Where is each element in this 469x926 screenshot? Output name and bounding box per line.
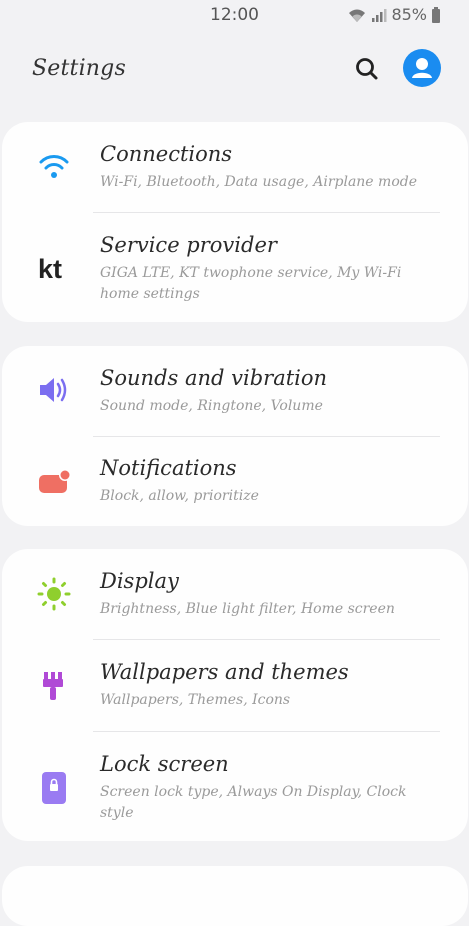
item-title: Display	[100, 569, 179, 593]
page-title: Settings	[32, 56, 126, 81]
notification-icon	[36, 464, 72, 500]
item-subtitle: Screen lock type, Always On Display, Clo…	[100, 784, 407, 821]
settings-item-wallpapers[interactable]: Wallpapers and themes Wallpapers, Themes…	[2, 640, 468, 732]
kt-logo-text: kt	[38, 254, 62, 284]
item-subtitle: Block, allow, prioritize	[100, 488, 259, 504]
signal-icon	[371, 7, 387, 23]
speaker-icon	[36, 372, 72, 408]
item-subtitle: Wi-Fi, Bluetooth, Data usage, Airplane m…	[100, 174, 417, 190]
account-button[interactable]	[403, 49, 441, 87]
paintbrush-icon	[36, 668, 72, 704]
item-subtitle: Sound mode, Ringtone, Volume	[100, 398, 323, 414]
kt-logo-icon: kt	[36, 251, 72, 287]
item-title: Notifications	[100, 456, 237, 480]
item-subtitle: Wallpapers, Themes, Icons	[100, 692, 291, 708]
status-bar: 12:00 85%	[0, 0, 469, 32]
item-title: Sounds and vibration	[100, 366, 328, 390]
settings-item-display[interactable]: Display Brightness, Blue light filter, H…	[2, 549, 468, 640]
wifi-icon	[36, 148, 72, 184]
search-button[interactable]	[352, 54, 382, 84]
settings-item-service-provider[interactable]: kt Service provider GIGA LTE, KT twophon…	[2, 213, 468, 322]
item-subtitle: GIGA LTE, KT twophone service, My Wi-Fi …	[100, 265, 402, 302]
battery-icon	[431, 6, 441, 23]
item-title: Service provider	[100, 233, 277, 257]
settings-group-network: Connections Wi-Fi, Bluetooth, Data usage…	[2, 122, 468, 322]
item-subtitle: Brightness, Blue light filter, Home scre…	[100, 601, 395, 617]
settings-group-next	[2, 866, 468, 926]
item-title: Wallpapers and themes	[100, 660, 349, 684]
item-title: Connections	[100, 142, 233, 166]
status-indicators: 85%	[347, 5, 441, 24]
settings-item-connections[interactable]: Connections Wi-Fi, Bluetooth, Data usage…	[2, 122, 468, 213]
lock-icon	[36, 770, 72, 806]
search-icon	[356, 58, 378, 80]
app-header: Settings	[0, 44, 469, 94]
account-icon	[412, 58, 432, 78]
brightness-icon	[36, 576, 72, 612]
settings-item-notifications[interactable]: Notifications Block, allow, prioritize	[2, 436, 468, 526]
item-title: Lock screen	[100, 752, 229, 776]
wifi-icon	[347, 7, 367, 23]
battery-percent: 85%	[391, 5, 427, 24]
settings-item-lock-screen[interactable]: Lock screen Screen lock type, Always On …	[2, 732, 468, 841]
settings-group-sound: Sounds and vibration Sound mode, Rington…	[2, 346, 468, 526]
settings-item-sounds[interactable]: Sounds and vibration Sound mode, Rington…	[2, 346, 468, 436]
settings-group-display: Display Brightness, Blue light filter, H…	[2, 549, 468, 841]
